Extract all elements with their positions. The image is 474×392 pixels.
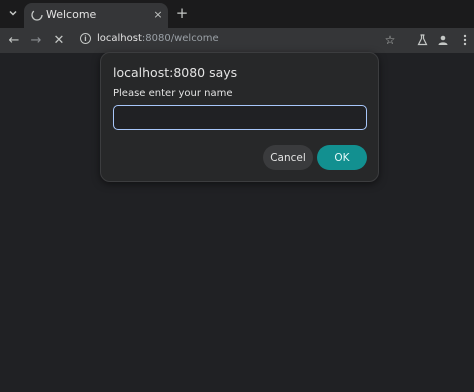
chevron-down-icon: [9, 10, 17, 16]
labs-flask-icon[interactable]: [414, 32, 430, 48]
tab-search-button[interactable]: [4, 4, 22, 22]
back-arrow-icon: ←: [8, 32, 20, 48]
bookmark-star-icon[interactable]: ☆: [382, 32, 398, 48]
stop-button[interactable]: ✕: [51, 32, 67, 48]
tab-strip: Welcome × +: [0, 0, 474, 28]
site-info-icon[interactable]: i: [80, 33, 91, 44]
menu-kebab-icon[interactable]: [457, 32, 473, 48]
back-button[interactable]: ←: [6, 32, 22, 48]
new-tab-button[interactable]: +: [174, 5, 190, 21]
forward-button[interactable]: →: [28, 32, 44, 48]
ok-button[interactable]: OK: [317, 145, 367, 170]
url-host: localhost: [97, 33, 142, 44]
profile-icon[interactable]: [435, 32, 451, 48]
forward-arrow-icon: →: [30, 32, 42, 48]
dialog-message: Please enter your name: [113, 88, 233, 99]
loading-favicon-icon: [31, 9, 43, 21]
stop-icon: ✕: [53, 32, 65, 48]
cancel-button[interactable]: Cancel: [263, 145, 313, 170]
name-input[interactable]: [113, 105, 367, 130]
tab-title: Welcome: [46, 8, 97, 21]
prompt-dialog: localhost:8080 says Please enter your na…: [100, 52, 379, 182]
dialog-title: localhost:8080 says: [113, 65, 238, 80]
url-path: :8080/welcome: [141, 33, 219, 44]
tab-close-icon[interactable]: ×: [151, 7, 165, 21]
tab-welcome[interactable]: Welcome ×: [24, 3, 168, 28]
address-bar[interactable]: localhost:8080/welcome: [97, 33, 219, 44]
toolbar: ← → ✕ i localhost:8080/welcome ☆: [0, 28, 474, 53]
